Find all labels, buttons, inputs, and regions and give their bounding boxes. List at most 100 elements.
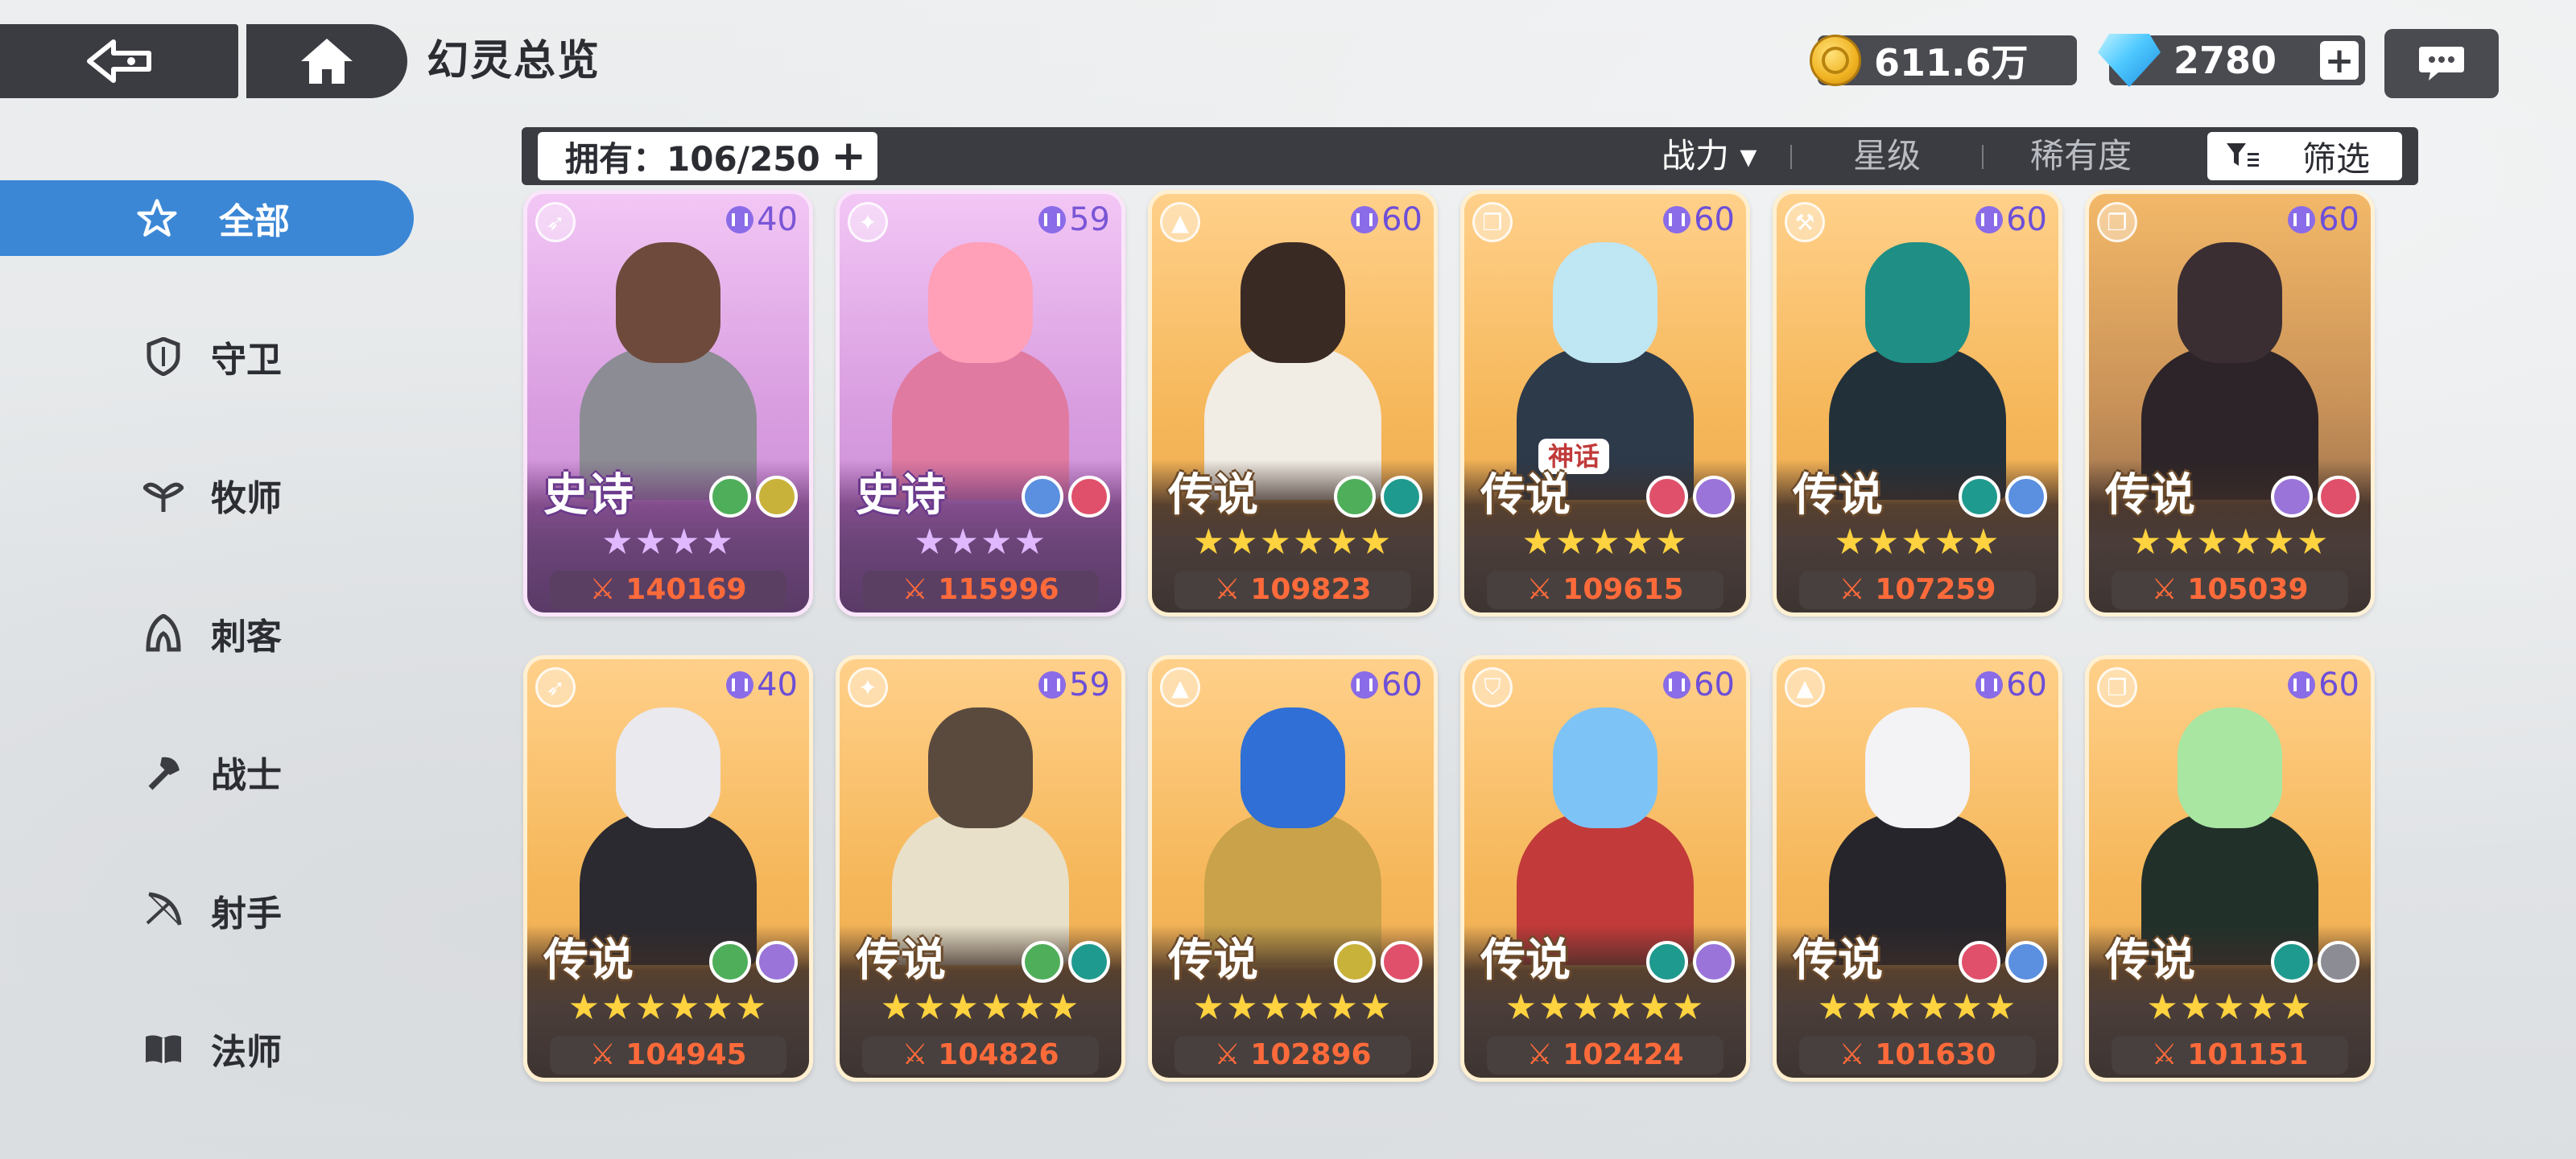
gold-currency[interactable]: 611.6万	[1810, 35, 2077, 86]
crossed-swords-icon: ⚔	[902, 1038, 928, 1071]
combat-power: ⚔ 109823	[1174, 571, 1411, 609]
back-arrow-icon	[87, 39, 151, 83]
home-icon	[301, 39, 353, 84]
water-element-icon	[1646, 941, 1688, 983]
level-rank-icon	[1663, 671, 1691, 699]
rarity-label: 史诗	[543, 469, 634, 522]
crossed-swords-icon: ⚔	[1526, 573, 1553, 606]
hero-card[interactable]: ▲ 60 传说 ★★★★★★ ⚔ 101630	[1773, 655, 2062, 1082]
combat-power: ⚔ 115996	[862, 571, 1099, 609]
combat-power: ⚔ 101151	[2112, 1036, 2348, 1074]
expand-slots-button[interactable]: +	[831, 135, 866, 177]
crossed-swords-icon: ⚔	[589, 573, 616, 606]
star-rating: ★★★★★	[1834, 522, 2001, 563]
crossed-swords-icon: ⚔	[1839, 1038, 1865, 1071]
sidebar-item-label: 射手	[211, 893, 282, 934]
assassin-hood-icon: ▲	[1785, 667, 1825, 707]
fire-swirl-element-icon	[1068, 476, 1110, 518]
level-rank-icon	[726, 671, 754, 699]
home-button[interactable]	[246, 24, 407, 98]
leaf-element-icon	[1022, 941, 1063, 983]
frost-element-icon	[2005, 476, 2047, 518]
owned-count[interactable]: 拥有：106/250 +	[538, 132, 877, 180]
level-rank-icon	[1351, 671, 1379, 699]
frost-element-icon	[1022, 476, 1063, 518]
crossed-swords-icon: ⚔	[589, 1038, 616, 1071]
rarity-label: 传说	[2105, 469, 2195, 522]
hero-card[interactable]: ⚒ 60 传说 ★★★★★ ⚔ 107259	[1773, 190, 2062, 617]
combat-power: ⚔ 107259	[1799, 571, 2036, 609]
fire-swirl-element-icon	[1959, 941, 2000, 983]
hero-figure	[928, 707, 1033, 828]
leaf-element-icon	[709, 476, 751, 518]
sidebar-item-all[interactable]: 全部	[0, 180, 414, 256]
sidebar-item-archer[interactable]: 射手	[0, 872, 414, 948]
rarity-label: 史诗	[856, 469, 946, 522]
add-gems-button[interactable]: +	[2320, 40, 2359, 81]
chat-bubble-icon	[2419, 47, 2464, 80]
sidebar-item-mage[interactable]: 法师	[0, 1011, 414, 1087]
hero-card[interactable]: ✦ 59 史诗 ★★★★ ⚔ 115996	[836, 190, 1125, 617]
hero-level: 60	[1663, 197, 1735, 242]
hero-level: 60	[1663, 662, 1735, 707]
bow-icon: ➶	[535, 202, 576, 242]
wing-element-icon	[756, 476, 798, 518]
sidebar-item-guardian[interactable]: 守卫	[0, 319, 414, 394]
priest-wings-icon	[143, 475, 184, 515]
gem-currency[interactable]: 2780 +	[2098, 34, 2365, 87]
hero-card[interactable]: ➶ 40 史诗 ★★★★ ⚔ 140169	[523, 190, 813, 617]
rarity-label: 传说	[1168, 934, 1258, 987]
hero-card[interactable]: ▲ 60 传说 ★★★★★★ ⚔ 102896	[1148, 655, 1438, 1082]
level-rank-icon	[1038, 206, 1067, 233]
sidebar-item-label: 守卫	[211, 340, 282, 381]
rarity-label: 传说	[1168, 469, 1258, 522]
hero-card[interactable]: ❐ 60 神话 传说 ★★★★★ ⚔ 109615	[1460, 190, 1750, 617]
hero-level: 59	[1038, 197, 1110, 242]
warrior-axe-icon	[143, 752, 184, 792]
combat-power: ⚔ 104826	[862, 1036, 1099, 1074]
spellbook-icon: ❐	[2097, 667, 2137, 707]
hero-level: 40	[726, 662, 798, 707]
hero-figure	[2178, 242, 2282, 363]
hero-card[interactable]: ➶ 40 传说 ★★★★★★ ⚔ 104945	[523, 655, 813, 1082]
hero-card[interactable]: ▲ 60 传说 ★★★★★★ ⚔ 109823	[1148, 190, 1438, 617]
level-rank-icon	[2288, 206, 2316, 233]
star-rating: ★★★★★★	[1192, 522, 1393, 563]
warrior-axe-icon: ⚒	[1785, 202, 1825, 242]
shield-icon: ⛉	[1472, 667, 1513, 707]
hero-figure	[1865, 707, 1970, 828]
back-button[interactable]	[0, 24, 238, 98]
rarity-label: 传说	[543, 934, 634, 987]
hero-figure	[1553, 242, 1657, 363]
rarity-label: 传说	[1793, 934, 1883, 987]
sort-by-power[interactable]: 战力 ▾	[1662, 127, 1757, 185]
combat-power: ⚔ 102896	[1174, 1036, 1411, 1074]
hero-card[interactable]: ✦ 59 传说 ★★★★★★ ⚔ 104826	[836, 655, 1125, 1082]
assassin-hood-icon: ▲	[1160, 667, 1200, 707]
hero-level: 60	[2288, 197, 2359, 242]
hero-card[interactable]: ⛉ 60 传说 ★★★★★★ ⚔ 102424	[1460, 655, 1750, 1082]
rarity-label: 传说	[856, 934, 946, 987]
sidebar-item-warrior[interactable]: 战士	[0, 734, 414, 810]
hero-level: 60	[1975, 662, 2047, 707]
priest-wings-icon: ✦	[848, 202, 888, 242]
star-rating: ★★★★	[914, 522, 1047, 563]
hero-card[interactable]: ❐ 60 传说 ★★★★★★ ⚔ 105039	[2085, 190, 2375, 617]
hero-card[interactable]: ❐ 60 传说 ★★★★★ ⚔ 101151	[2085, 655, 2375, 1082]
sort-by-stars[interactable]: 星级	[1853, 127, 1921, 185]
filter-button[interactable]: 筛选	[2207, 132, 2402, 180]
sidebar-item-priest[interactable]: 牧师	[0, 457, 414, 533]
void-element-icon	[756, 941, 798, 983]
sidebar-item-assassin[interactable]: 刺客	[0, 596, 414, 671]
level-rank-icon	[2288, 671, 2316, 699]
chat-button[interactable]	[2384, 29, 2499, 98]
sidebar-item-label: 法师	[211, 1032, 282, 1073]
sort-by-rarity[interactable]: 稀有度	[2030, 127, 2132, 185]
combat-power: ⚔ 102424	[1487, 1036, 1724, 1074]
star-rating: ★★★★★★	[568, 987, 769, 1028]
filter-bar: 拥有：106/250 + 战力 ▾ 星级 稀有度 筛选	[522, 127, 2418, 185]
spellbook-icon: ❐	[1472, 202, 1513, 242]
fire-swirl-element-icon	[1381, 941, 1422, 983]
hero-level: 59	[1038, 662, 1110, 707]
combat-power: ⚔ 105039	[2112, 571, 2348, 609]
